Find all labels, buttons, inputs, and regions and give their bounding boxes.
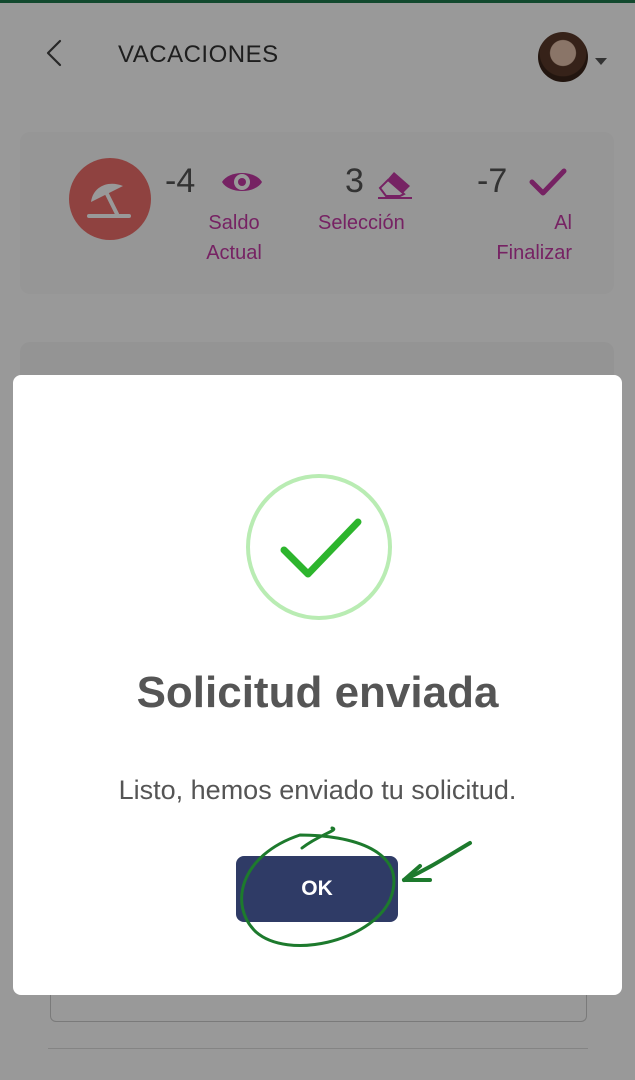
annotation-circle-arrow <box>240 826 472 947</box>
